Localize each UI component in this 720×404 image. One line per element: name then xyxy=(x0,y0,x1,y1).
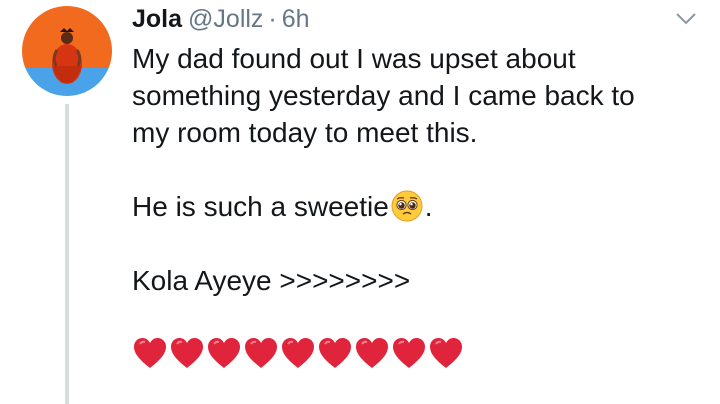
tweet-line-3: my room today to meet this. xyxy=(132,117,478,148)
hearts-row xyxy=(132,336,712,372)
sweetie-text: He is such a sweetie xyxy=(132,191,389,222)
avatar-image xyxy=(22,6,112,96)
sweetie-suffix: . xyxy=(424,191,433,222)
kola-line: Kola Ayeye >>>>>>>> xyxy=(132,265,411,296)
red-heart-icon xyxy=(354,336,390,370)
avatar[interactable] xyxy=(22,6,112,96)
tweet-line-2: something yesterday and I came back to xyxy=(132,80,635,111)
red-heart-icon xyxy=(243,336,279,370)
tweet-text: My dad found out I was upset about somet… xyxy=(132,40,712,372)
separator-dot: · xyxy=(268,5,277,33)
red-heart-icon xyxy=(317,336,353,370)
pleading-face-icon xyxy=(391,190,423,222)
red-heart-icon xyxy=(391,336,427,370)
user-handle[interactable]: @Jollz xyxy=(188,2,263,36)
red-heart-icon xyxy=(428,336,464,370)
chevron-down-icon xyxy=(676,13,696,25)
red-heart-icon xyxy=(280,336,316,370)
sweetie-line: He is such a sweetie. xyxy=(132,188,712,225)
red-heart-icon xyxy=(132,336,168,370)
thread-line xyxy=(65,104,69,404)
red-heart-icon xyxy=(169,336,205,370)
tweet-menu-button[interactable] xyxy=(674,8,698,28)
tweet-header: Jola @Jollz · 6h xyxy=(132,2,310,36)
tweet[interactable]: Jola @Jollz · 6h My dad found out I was … xyxy=(0,0,720,404)
display-name[interactable]: Jola xyxy=(132,2,182,36)
timestamp[interactable]: 6h xyxy=(282,2,310,36)
tweet-line-1: My dad found out I was upset about xyxy=(132,43,576,74)
red-heart-icon xyxy=(206,336,242,370)
